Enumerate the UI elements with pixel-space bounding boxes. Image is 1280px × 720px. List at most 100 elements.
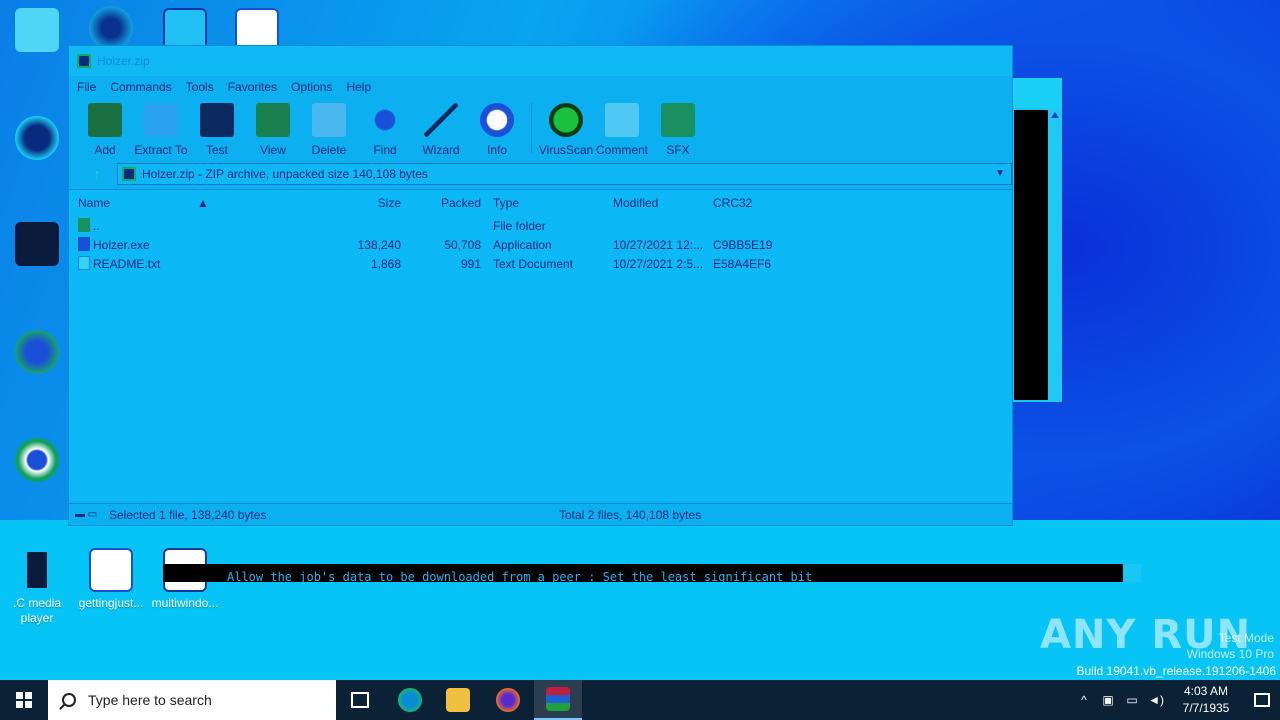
scroll-up-icon[interactable] [1051, 112, 1059, 118]
desktop-icon-app[interactable] [2, 330, 72, 378]
row-modified: 10/27/2021 12:... [613, 238, 704, 252]
build-text: Build 19041.vb_release.191206-1406 [1076, 664, 1277, 678]
console-window: Allow the job's data to be downloaded fr… [163, 564, 1123, 582]
menu-file[interactable]: File [77, 80, 96, 94]
find-icon [368, 103, 402, 137]
virusscan-button[interactable]: VirusScan [538, 101, 594, 157]
background-window-titlebar[interactable] [1012, 78, 1062, 108]
start-button[interactable] [0, 680, 48, 720]
comment-label: Comment [595, 143, 648, 157]
info-button[interactable]: Info [469, 101, 525, 157]
search-placeholder: Type here to search [88, 692, 212, 708]
menu-commands[interactable]: Commands [110, 80, 171, 94]
row-packed: 50,708 [444, 238, 481, 252]
row-crc32: E58A4EF6 [713, 257, 772, 271]
window-title: Holzer.zip [97, 54, 150, 68]
desktop-icon-acrobat[interactable] [2, 222, 72, 270]
taskbar-firefox[interactable] [484, 680, 532, 720]
desktop-icon-label: .C media player [12, 596, 62, 625]
test-icon [200, 103, 234, 137]
task-view-icon [351, 692, 369, 708]
desktop-icon-gettingjust[interactable]: gettingjust... [76, 548, 146, 611]
sort-ascending-icon: ▲ [197, 196, 209, 210]
drive-icon[interactable]: ▬ ▭ [69, 509, 109, 520]
chrome-icon [15, 438, 59, 482]
column-name[interactable]: Name [78, 196, 110, 210]
chevron-down-icon[interactable]: ▼ [995, 168, 1005, 179]
desktop-icon-vlc[interactable]: .C media player [2, 548, 72, 626]
shield-icon[interactable]: ▣ [1096, 693, 1120, 707]
console-cursor [1124, 564, 1141, 582]
address-field[interactable]: Holzer.zip - ZIP archive, unpacked size … [117, 163, 1012, 185]
acrobat-icon [15, 222, 59, 266]
delete-label: Delete [311, 143, 347, 157]
desktop-icon-ccleaner[interactable] [2, 116, 72, 164]
sfx-button[interactable]: SFX [650, 101, 706, 157]
row-modified: 10/27/2021 2:5... [613, 257, 704, 271]
desktop-icon-chrome[interactable] [2, 438, 72, 486]
column-crc32[interactable]: CRC32 [713, 196, 752, 210]
notification-icon [1254, 693, 1270, 707]
desktop-icon-recycle-bin[interactable] [2, 8, 72, 56]
find-button[interactable]: Find [357, 101, 413, 157]
test-button[interactable]: Test [189, 101, 245, 157]
sfx-icon [661, 103, 695, 137]
folder-icon [78, 218, 90, 232]
search-box[interactable]: Type here to search [48, 680, 336, 720]
chevron-up-icon[interactable]: ^ [1072, 693, 1096, 707]
add-icon [88, 103, 122, 137]
exe-icon [78, 237, 90, 251]
menu-favorites[interactable]: Favorites [228, 80, 277, 94]
console-text: Allow the job's data to be downloaded fr… [227, 570, 813, 582]
menu-tools[interactable]: Tools [186, 80, 214, 94]
task-view-button[interactable] [336, 680, 384, 720]
table-row[interactable]: .. File folder [69, 216, 1012, 235]
wizard-button[interactable]: Wizard [413, 101, 469, 157]
view-icon [256, 103, 290, 137]
add-button[interactable]: Add [77, 101, 133, 157]
app-icon [15, 330, 59, 374]
edition-text: Windows 10 Pro [1186, 647, 1274, 661]
scrollbar[interactable] [1048, 108, 1062, 402]
menu-help[interactable]: Help [346, 80, 371, 94]
extract-to-label: Extract To [134, 143, 188, 157]
menu-options[interactable]: Options [291, 80, 332, 94]
delete-button[interactable]: Delete [301, 101, 357, 157]
clock[interactable]: 4:03 AM 7/7/1935 [1176, 683, 1236, 717]
row-crc32: C9BB5E19 [713, 238, 773, 252]
taskbar-edge[interactable] [386, 680, 434, 720]
firefox-icon [496, 688, 520, 712]
background-window[interactable] [1012, 78, 1062, 402]
clock-date: 7/7/1935 [1182, 701, 1230, 715]
comment-button[interactable]: Comment [594, 101, 650, 157]
table-row[interactable]: Holzer.exe 138,240 50,708 Application 10… [69, 235, 1012, 254]
row-type: Application [493, 238, 552, 252]
taskbar-winrar[interactable] [534, 680, 582, 720]
column-size[interactable]: Size [378, 196, 401, 210]
column-modified[interactable]: Modified [613, 196, 658, 210]
network-icon[interactable]: ▭ [1120, 693, 1144, 707]
table-row[interactable]: README.txt 1,868 991 Text Document 10/27… [69, 254, 1012, 273]
notification-button[interactable] [1244, 680, 1280, 720]
clock-time: 4:03 AM [1183, 684, 1229, 698]
extract-to-button[interactable]: Extract To [133, 101, 189, 157]
column-type[interactable]: Type [493, 196, 519, 210]
menubar: File Commands Tools Favorites Options He… [69, 76, 1012, 98]
winrar-window[interactable]: Holzer.zip File Commands Tools Favorites… [68, 45, 1013, 526]
row-size: 138,240 [357, 238, 401, 252]
toolbar: Add Extract To Test View Delete Find Wiz… [77, 101, 706, 157]
taskbar-file-explorer[interactable] [434, 680, 482, 720]
volume-icon[interactable]: ◄) [1144, 693, 1168, 707]
up-arrow-icon[interactable]: ↑ [77, 166, 117, 182]
add-label: Add [94, 143, 116, 157]
status-bar: ▬ ▭ Selected 1 file, 138,240 bytes Total… [69, 503, 1012, 525]
address-bar: ↑ Holzer.zip - ZIP archive, unpacked siz… [77, 162, 1012, 186]
column-packed[interactable]: Packed [441, 196, 481, 210]
wizard-label: Wizard [422, 143, 460, 157]
window-titlebar[interactable]: Holzer.zip [69, 46, 1012, 76]
sfx-label: SFX [666, 143, 690, 157]
winrar-icon [77, 54, 91, 68]
desktop-icon-label: gettingjust... [78, 596, 144, 610]
file-list[interactable]: ▲ Name Size Packed Type Modified CRC32 .… [69, 189, 1012, 501]
view-button[interactable]: View [245, 101, 301, 157]
